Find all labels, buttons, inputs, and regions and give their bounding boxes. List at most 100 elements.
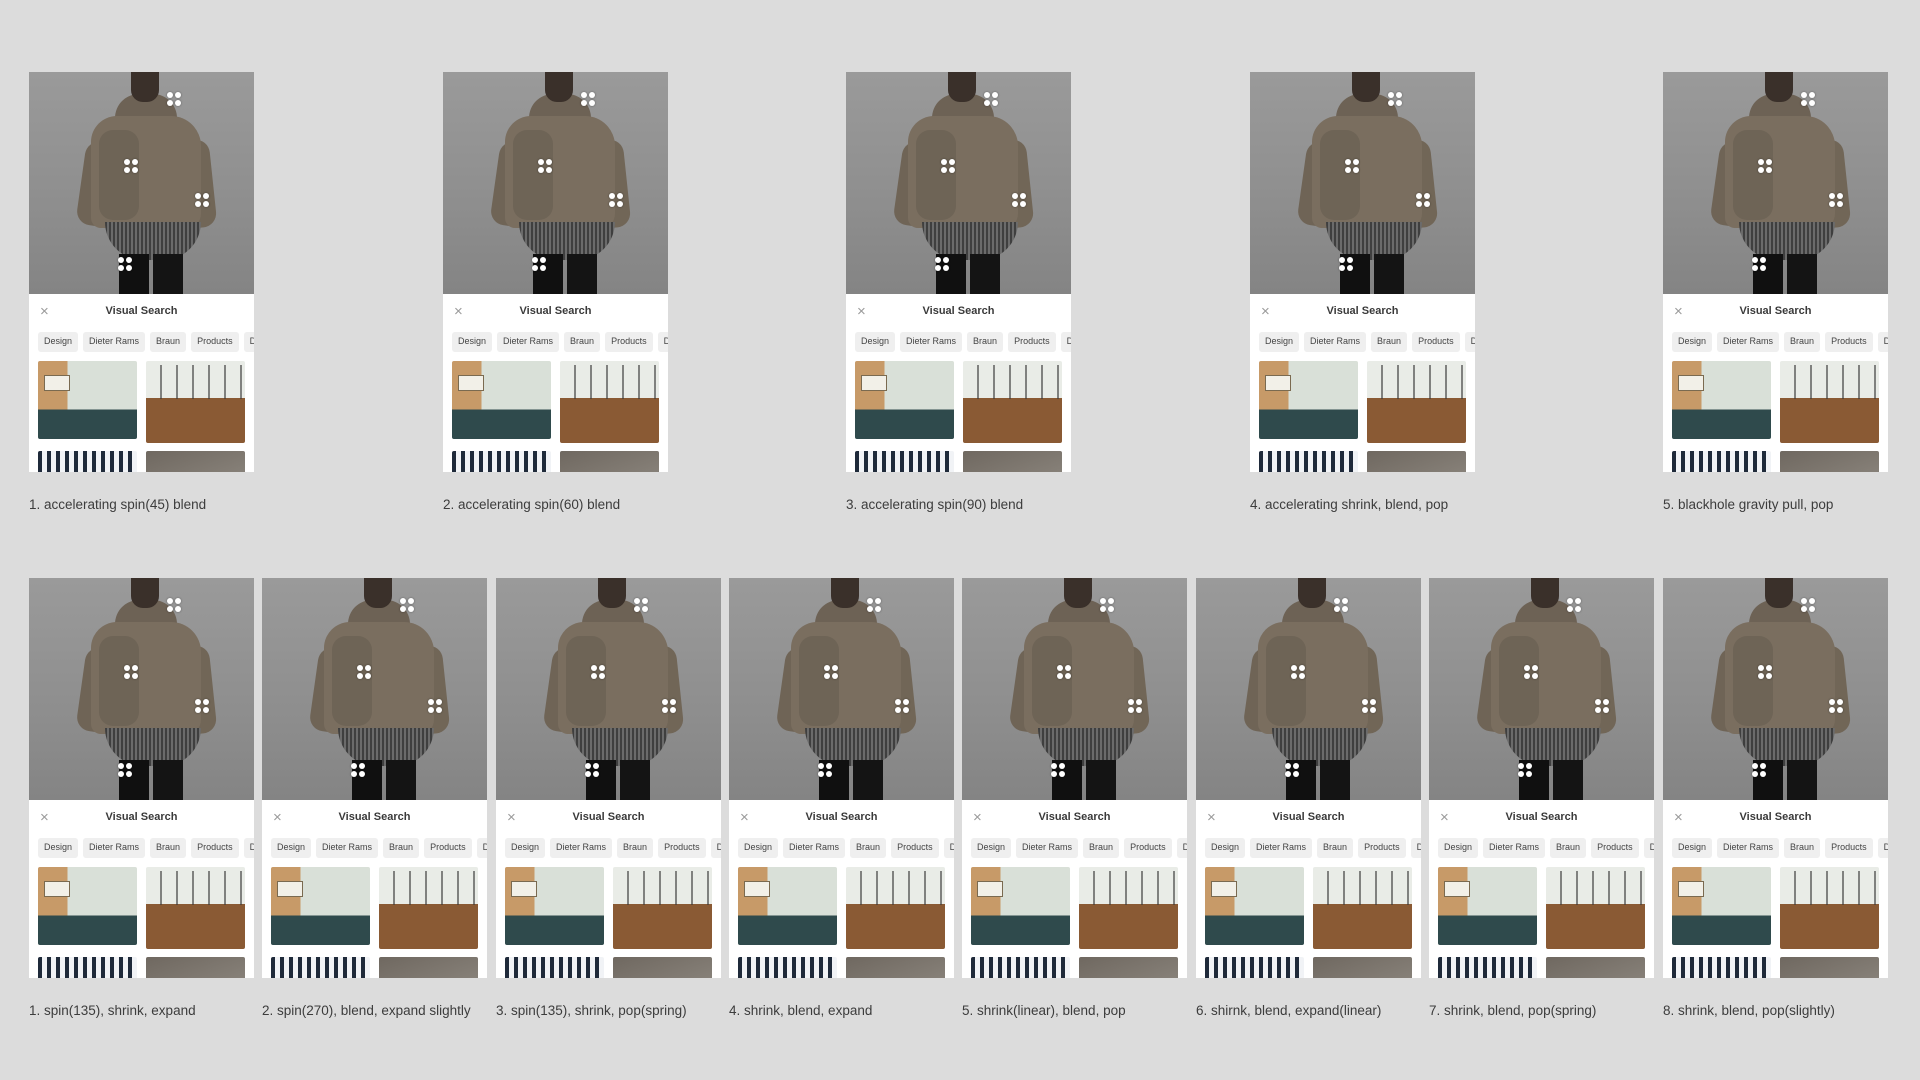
chip-braun[interactable]: Braun: [617, 838, 654, 858]
visual-search-hotspot-icon[interactable]: [1291, 665, 1305, 679]
chip-dieter-rams[interactable]: Dieter Rams: [1483, 838, 1546, 858]
chip-design[interactable]: Design: [971, 838, 1012, 858]
result-thumbnail[interactable]: [38, 957, 137, 978]
chip-braun[interactable]: Braun: [967, 332, 1004, 352]
visual-search-hotspot-icon[interactable]: [538, 159, 552, 173]
result-thumbnail[interactable]: [1079, 957, 1178, 978]
chip-braun[interactable]: Braun: [150, 838, 187, 858]
result-thumbnail[interactable]: [379, 957, 478, 978]
chip-products[interactable]: Products: [1825, 838, 1873, 858]
visual-search-hotspot-icon[interactable]: [124, 665, 138, 679]
result-thumbnail[interactable]: [738, 957, 837, 978]
chip-dieter-rams[interactable]: Dieter Rams: [83, 838, 146, 858]
visual-search-hotspot-icon[interactable]: [118, 257, 132, 271]
chip-products[interactable]: Products: [1008, 332, 1056, 352]
result-thumbnail[interactable]: [271, 957, 370, 978]
result-thumbnail[interactable]: [1780, 361, 1879, 443]
result-thumbnail[interactable]: [1672, 957, 1771, 978]
chip-braun[interactable]: Braun: [1550, 838, 1587, 858]
chip-braun[interactable]: Braun: [1371, 332, 1408, 352]
result-thumbnail[interactable]: [1205, 867, 1304, 945]
visual-search-hotspot-icon[interactable]: [1285, 763, 1299, 777]
chip-design[interactable]: Design: [1672, 332, 1713, 352]
visual-search-hotspot-icon[interactable]: [1100, 598, 1114, 612]
visual-search-hotspot-icon[interactable]: [895, 699, 909, 713]
chip-design-2[interactable]: Design: [1464, 332, 1475, 352]
chip-design-2[interactable]: Design: [1176, 838, 1187, 858]
chip-products[interactable]: Products: [1591, 838, 1639, 858]
visual-search-hotspot-icon[interactable]: [1752, 257, 1766, 271]
result-thumbnail[interactable]: [1438, 957, 1537, 978]
visual-search-hotspot-icon[interactable]: [1829, 699, 1843, 713]
chip-products[interactable]: Products: [1412, 332, 1460, 352]
result-thumbnail[interactable]: [505, 867, 604, 945]
chip-design[interactable]: Design: [38, 838, 79, 858]
result-thumbnail[interactable]: [971, 867, 1070, 945]
result-thumbnail[interactable]: [846, 867, 945, 949]
chip-dieter-rams[interactable]: Dieter Rams: [1717, 838, 1780, 858]
chip-dieter-rams[interactable]: Dieter Rams: [497, 332, 560, 352]
result-thumbnail[interactable]: [1780, 451, 1879, 472]
visual-search-hotspot-icon[interactable]: [818, 763, 832, 777]
chip-design[interactable]: Design: [452, 332, 493, 352]
result-thumbnail[interactable]: [379, 867, 478, 949]
result-thumbnail[interactable]: [505, 957, 604, 978]
result-thumbnail[interactable]: [560, 361, 659, 443]
result-thumbnail[interactable]: [738, 867, 837, 945]
result-thumbnail[interactable]: [963, 361, 1062, 443]
result-thumbnail[interactable]: [1313, 867, 1412, 949]
visual-search-hotspot-icon[interactable]: [1524, 665, 1538, 679]
chip-braun[interactable]: Braun: [1784, 332, 1821, 352]
result-thumbnail[interactable]: [146, 867, 245, 949]
visual-search-hotspot-icon[interactable]: [867, 598, 881, 612]
result-thumbnail[interactable]: [146, 451, 245, 472]
chip-products[interactable]: Products: [191, 332, 239, 352]
result-thumbnail[interactable]: [1367, 451, 1466, 472]
chip-design-2[interactable]: Design: [476, 838, 487, 858]
result-thumbnail[interactable]: [1546, 867, 1645, 949]
visual-search-hotspot-icon[interactable]: [662, 699, 676, 713]
visual-search-hotspot-icon[interactable]: [941, 159, 955, 173]
result-thumbnail[interactable]: [846, 957, 945, 978]
result-thumbnail[interactable]: [452, 361, 551, 439]
chip-braun[interactable]: Braun: [564, 332, 601, 352]
result-thumbnail[interactable]: [146, 361, 245, 443]
visual-search-hotspot-icon[interactable]: [195, 193, 209, 207]
result-thumbnail[interactable]: [1672, 451, 1771, 472]
chip-design-2[interactable]: Design: [1643, 838, 1654, 858]
chip-dieter-rams[interactable]: Dieter Rams: [783, 838, 846, 858]
result-thumbnail[interactable]: [271, 867, 370, 945]
chip-design[interactable]: Design: [1205, 838, 1246, 858]
visual-search-hotspot-icon[interactable]: [1758, 159, 1772, 173]
result-thumbnail[interactable]: [38, 361, 137, 439]
chip-design[interactable]: Design: [271, 838, 312, 858]
chip-design[interactable]: Design: [738, 838, 779, 858]
visual-search-hotspot-icon[interactable]: [357, 665, 371, 679]
result-thumbnail[interactable]: [613, 957, 712, 978]
visual-search-hotspot-icon[interactable]: [428, 699, 442, 713]
result-thumbnail[interactable]: [1259, 451, 1358, 472]
visual-search-hotspot-icon[interactable]: [1051, 763, 1065, 777]
result-thumbnail[interactable]: [855, 451, 954, 472]
chip-design-2[interactable]: Design: [243, 838, 254, 858]
visual-search-hotspot-icon[interactable]: [581, 92, 595, 106]
visual-search-hotspot-icon[interactable]: [167, 92, 181, 106]
visual-search-hotspot-icon[interactable]: [1334, 598, 1348, 612]
visual-search-hotspot-icon[interactable]: [195, 699, 209, 713]
visual-search-hotspot-icon[interactable]: [1758, 665, 1772, 679]
chip-dieter-rams[interactable]: Dieter Rams: [550, 838, 613, 858]
chip-design[interactable]: Design: [855, 332, 896, 352]
chip-design[interactable]: Design: [505, 838, 546, 858]
chip-design-2[interactable]: Design: [943, 838, 954, 858]
chip-design-2[interactable]: Design: [1877, 838, 1888, 858]
result-thumbnail[interactable]: [38, 451, 137, 472]
result-thumbnail[interactable]: [1313, 957, 1412, 978]
visual-search-hotspot-icon[interactable]: [351, 763, 365, 777]
visual-search-hotspot-icon[interactable]: [1518, 763, 1532, 777]
visual-search-hotspot-icon[interactable]: [1128, 699, 1142, 713]
visual-search-hotspot-icon[interactable]: [1362, 699, 1376, 713]
chip-dieter-rams[interactable]: Dieter Rams: [1016, 838, 1079, 858]
visual-search-hotspot-icon[interactable]: [634, 598, 648, 612]
visual-search-hotspot-icon[interactable]: [585, 763, 599, 777]
chip-products[interactable]: Products: [424, 838, 472, 858]
